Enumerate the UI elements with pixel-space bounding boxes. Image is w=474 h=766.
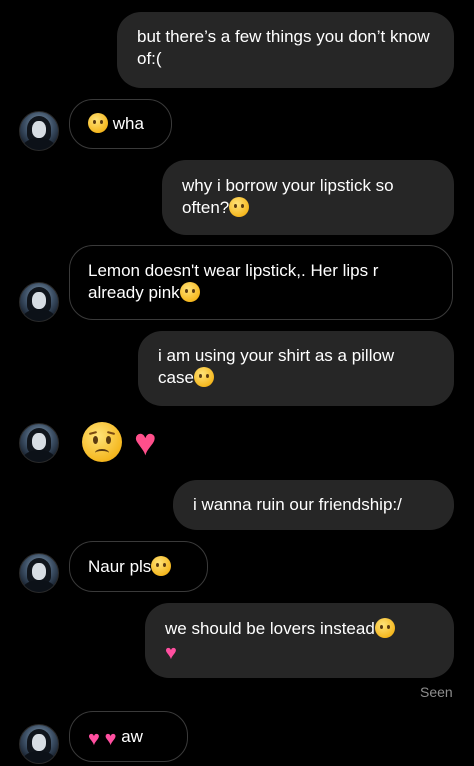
pleading-face-emoji-icon (151, 556, 172, 576)
contact-avatar[interactable] (19, 553, 59, 593)
confused-face-emoji-icon (88, 113, 108, 133)
message-text: aw (121, 727, 143, 746)
pink-heart-emoji-icon: ♥ (104, 728, 117, 750)
contact-avatar[interactable] (19, 282, 59, 322)
message-text: i wanna ruin our friendship:/ (193, 495, 402, 514)
message-bubble-received[interactable]: Naur pls (69, 541, 208, 592)
smirking-face-emoji-icon (179, 282, 200, 302)
message-text: Naur pls (88, 557, 152, 576)
message-text: wha (112, 114, 144, 133)
contact-avatar[interactable] (19, 724, 59, 764)
message-text: Lemon doesn't wear lipstick,. Her lips r… (88, 261, 379, 302)
contact-avatar[interactable] (19, 423, 59, 463)
message-bubble-sent[interactable]: why i borrow your lipstick so often? (162, 160, 454, 235)
message-text: we should be lovers instead (165, 619, 375, 638)
chat-thread: but there’s a few things you don’t know … (0, 0, 474, 766)
pink-heart-emoji-icon: ♥ (88, 728, 100, 750)
message-bubble-sent[interactable]: we should be lovers instead ♥ (145, 603, 454, 678)
message-text: but there’s a few things you don’t know … (137, 27, 430, 68)
message-bubble-received[interactable]: ♥ ♥ aw (69, 711, 188, 762)
message-bubble-sent[interactable]: i wanna ruin our friendship:/ (173, 480, 454, 530)
message-bubble-sent[interactable]: but there’s a few things you don’t know … (117, 12, 454, 88)
contact-avatar[interactable] (19, 111, 59, 151)
message-bubble-received[interactable]: wha (69, 99, 172, 149)
worried-face-emoji-icon (229, 197, 250, 217)
hugging-face-emoji-icon (374, 618, 395, 638)
message-text: why i borrow your lipstick so often? (182, 176, 394, 217)
yum-face-emoji-icon (193, 367, 214, 387)
pink-heart-emoji-icon: ♥ (165, 642, 177, 664)
message-bubble-sent[interactable]: i am using your shirt as a pillow case (138, 331, 454, 406)
heart-with-arrow-emoji-icon[interactable]: ♥ (134, 423, 157, 463)
message-bubble-received[interactable]: Lemon doesn't wear lipstick,. Her lips r… (69, 245, 453, 320)
message-text: i am using your shirt as a pillow case (158, 346, 395, 387)
worried-face-emoji-icon[interactable] (82, 422, 122, 462)
seen-indicator: Seen (420, 684, 453, 700)
